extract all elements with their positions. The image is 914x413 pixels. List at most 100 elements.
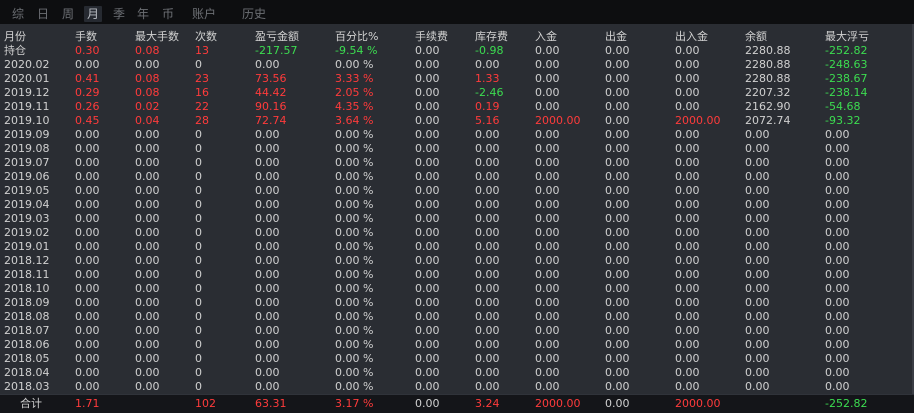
table-row[interactable]: 2018.10 0.00 0.00 0 0.00 0.00 % 0.00 0.00 0.00 0.… <box>0 282 912 296</box>
table-row[interactable]: 2018.06 0.00 0.00 0 0.00 0.00 % 0.00 0.00 0.00 0.… <box>0 338 912 352</box>
table-row[interactable]: 2019.07 0.00 0.00 0 0.00 0.00 % 0.00 0.00 0.00 0.… <box>0 156 912 170</box>
cell-balance: 2207.32 <box>745 86 791 99</box>
cell-percent: 3.17 % <box>335 397 374 410</box>
cell-profit: -217.57 <box>255 44 298 57</box>
cell-percent: 0.00 % <box>335 58 374 71</box>
cell-max-lots: 0.00 <box>135 296 160 309</box>
cell-percent: 0.00 % <box>335 254 374 267</box>
table-row[interactable]: 2018.12 0.00 0.00 0 0.00 0.00 % 0.00 0.00 0.00 0.… <box>0 254 912 268</box>
tab-account[interactable]: 账户 <box>189 6 219 22</box>
tab-history[interactable]: 历史 <box>238 6 270 22</box>
cell-balance: 0.00 <box>745 338 770 351</box>
cell-count: 0 <box>195 310 202 323</box>
table-row[interactable]: 2019.03 0.00 0.00 0 0.00 0.00 % 0.00 0.00 0.00 0.… <box>0 212 912 226</box>
table-row[interactable]: 2019.02 0.00 0.00 0 0.00 0.00 % 0.00 0.00 0.00 0.… <box>0 226 912 240</box>
cell-count: 0 <box>195 142 202 155</box>
cell-count: 28 <box>195 114 209 127</box>
cell-max-drawdown: 0.00 <box>825 310 850 323</box>
cell-net-transfer: 0.00 <box>675 310 700 323</box>
cell-deposit: 0.00 <box>535 338 560 351</box>
cell-net-transfer: 2000.00 <box>675 397 721 410</box>
cell-percent: 0.00 % <box>335 324 374 337</box>
tab-year[interactable]: 年 <box>134 6 152 22</box>
cell-profit: 90.16 <box>255 100 287 113</box>
cell-count: 0 <box>195 324 202 337</box>
cell-withdrawal: 0.00 <box>605 86 630 99</box>
table-row[interactable]: 2018.07 0.00 0.00 0 0.00 0.00 % 0.00 0.00 0.00 0.… <box>0 324 912 338</box>
table-row[interactable]: 2019.09 0.00 0.00 0 0.00 0.00 % 0.00 0.00 0.00 0.… <box>0 128 912 142</box>
cell-profit: 0.00 <box>255 212 280 225</box>
cell-commission: 0.00 <box>415 170 440 183</box>
table-row[interactable]: 2019.11 0.26 0.02 22 90.16 4.35 % 0.00 0.19 0.00… <box>0 100 912 114</box>
totals-row-values[interactable]: 合计 1.71 102 63.31 3.17 % 0.00 3.24 2000.00 0.00 2… <box>0 395 912 410</box>
cell-net-transfer: 0.00 <box>675 366 700 379</box>
cell-net-transfer: 0.00 <box>675 72 700 85</box>
cell-max-drawdown: 0.00 <box>825 128 850 141</box>
cell-lots: 0.00 <box>75 296 100 309</box>
table-row[interactable]: 2018.04 0.00 0.00 0 0.00 0.00 % 0.00 0.00 0.00 0.… <box>0 366 912 380</box>
cell-lots: 0.00 <box>75 156 100 169</box>
tab-overview[interactable]: 综 <box>9 6 27 22</box>
cell-profit: 0.00 <box>255 156 280 169</box>
cell-month: 2018.12 <box>4 254 50 267</box>
table-row[interactable]: 2018.11 0.00 0.00 0 0.00 0.00 % 0.00 0.00 0.00 0.… <box>0 268 912 282</box>
table-row[interactable]: 2019.08 0.00 0.00 0 0.00 0.00 % 0.00 0.00 0.00 0.… <box>0 142 912 156</box>
table-row[interactable]: 2019.10 0.45 0.04 28 72.74 3.64 % 0.00 5.16 2000… <box>0 114 912 128</box>
cell-balance: 0.00 <box>745 380 770 393</box>
cell-month: 2019.06 <box>4 170 50 183</box>
cell-max-drawdown: 0.00 <box>825 366 850 379</box>
cell-profit: 0.00 <box>255 184 280 197</box>
table-row[interactable]: 2020.02 0.00 0.00 0 0.00 0.00 % 0.00 0.00 0.00 0.… <box>0 58 912 72</box>
cell-count: 13 <box>195 44 209 57</box>
cell-count: 0 <box>195 254 202 267</box>
table-row[interactable]: 2019.05 0.00 0.00 0 0.00 0.00 % 0.00 0.00 0.00 0.… <box>0 184 912 198</box>
cell-percent: 0.00 % <box>335 380 374 393</box>
cell-balance: 0.00 <box>745 212 770 225</box>
cell-month: 2019.07 <box>4 156 50 169</box>
cell-withdrawal: 0.00 <box>605 44 630 57</box>
cell-max-lots: 0.00 <box>135 170 160 183</box>
cell-swap: 0.00 <box>475 380 500 393</box>
cell-net-transfer: 0.00 <box>675 128 700 141</box>
cell-balance: 0.00 <box>745 296 770 309</box>
cell-withdrawal: 0.00 <box>605 226 630 239</box>
tab-week[interactable]: 周 <box>59 6 77 22</box>
table-row[interactable]: 2020.01 0.41 0.08 23 73.56 3.33 % 0.00 1.33 0.00… <box>0 72 912 86</box>
cell-withdrawal: 0.00 <box>605 268 630 281</box>
cell-lots: 0.00 <box>75 338 100 351</box>
cell-net-transfer: 0.00 <box>675 156 700 169</box>
cell-lots: 0.00 <box>75 352 100 365</box>
cell-month: 2018.08 <box>4 310 50 323</box>
table-row[interactable]: 2019.01 0.00 0.00 0 0.00 0.00 % 0.00 0.00 0.00 0.… <box>0 240 912 254</box>
cell-commission: 0.00 <box>415 100 440 113</box>
table-row[interactable]: 2018.08 0.00 0.00 0 0.00 0.00 % 0.00 0.00 0.00 0.… <box>0 310 912 324</box>
tab-month[interactable]: 月 <box>84 6 102 22</box>
cell-commission: 0.00 <box>415 397 440 410</box>
tab-day[interactable]: 日 <box>34 6 52 22</box>
cell-net-transfer: 0.00 <box>675 86 700 99</box>
cell-deposit: 2000.00 <box>535 397 581 410</box>
cell-count: 0 <box>195 282 202 295</box>
cell-lots: 1.71 <box>75 397 100 410</box>
tab-quarter[interactable]: 季 <box>110 6 128 22</box>
table-row[interactable]: 2019.06 0.00 0.00 0 0.00 0.00 % 0.00 0.00 0.00 0.… <box>0 170 912 184</box>
cell-month: 2019.03 <box>4 212 50 225</box>
table-row[interactable]: 持仓 0.30 0.08 13 -217.57 -9.54 % 0.00 -0.98 0.00 0… <box>0 44 912 58</box>
cell-deposit: 0.00 <box>535 282 560 295</box>
table-row[interactable]: 2018.05 0.00 0.00 0 0.00 0.00 % 0.00 0.00 0.00 0.… <box>0 352 912 366</box>
cell-max-drawdown: 0.00 <box>825 226 850 239</box>
cell-swap: -2.46 <box>475 86 504 99</box>
column-header-profit: 盈亏金额 <box>255 30 299 43</box>
table-row[interactable]: 2018.03 0.00 0.00 0 0.00 0.00 % 0.00 0.00 0.00 0.… <box>0 380 912 394</box>
cell-swap: 0.00 <box>475 142 500 155</box>
cell-profit: 44.42 <box>255 86 287 99</box>
table-row[interactable]: 2019.12 0.29 0.08 16 44.42 2.05 % 0.00 -2.46 0.0… <box>0 86 912 100</box>
cell-net-transfer: 0.00 <box>675 268 700 281</box>
table-row[interactable]: 2019.04 0.00 0.00 0 0.00 0.00 % 0.00 0.00 0.00 0.… <box>0 198 912 212</box>
cell-percent: 3.64 % <box>335 114 374 127</box>
cell-lots: 0.00 <box>75 240 100 253</box>
cell-count: 0 <box>195 380 202 393</box>
tab-currency[interactable]: 币 <box>159 6 177 22</box>
cell-swap: 0.00 <box>475 366 500 379</box>
table-row[interactable]: 2018.09 0.00 0.00 0 0.00 0.00 % 0.00 0.00 0.00 0.… <box>0 296 912 310</box>
